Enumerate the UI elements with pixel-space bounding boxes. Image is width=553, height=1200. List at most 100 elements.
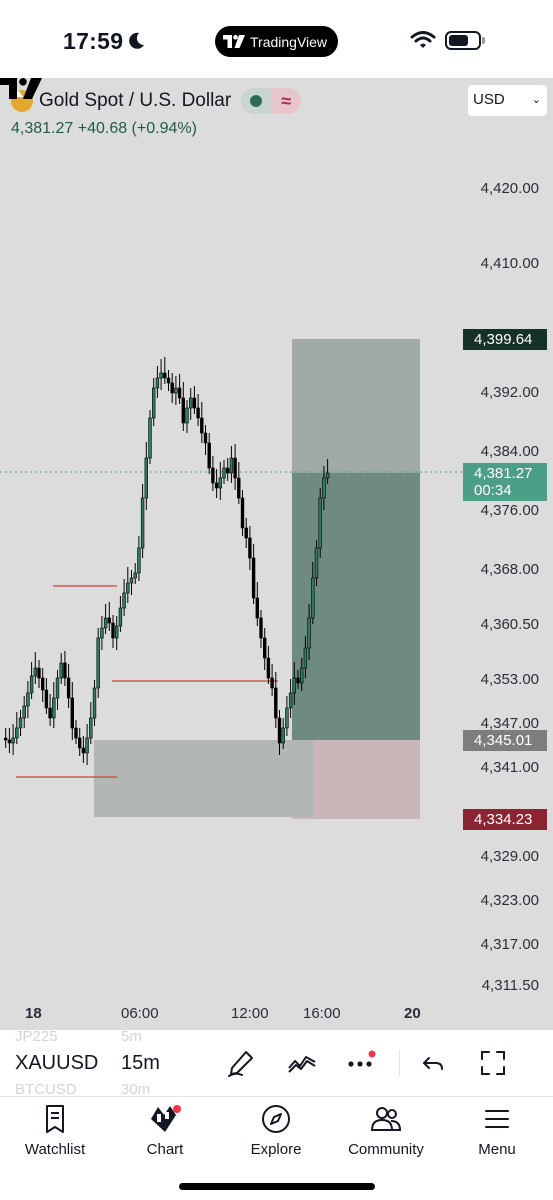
candle-body [22, 705, 26, 719]
candle-body [15, 727, 19, 739]
candle-body [129, 577, 134, 584]
symbol-header[interactable]: Gold Spot / U.S. Dollar ≈ [11, 88, 302, 114]
candle-body [63, 662, 67, 679]
tab-chart[interactable]: Chart [110, 1103, 220, 1158]
symbol-picker[interactable]: XAUUSD [15, 1052, 98, 1075]
currency-select[interactable]: USD ⌄ [468, 85, 547, 116]
candle-body [100, 627, 104, 639]
candle-body [66, 677, 71, 699]
candle-body [85, 737, 89, 754]
tab-menu[interactable]: Menu [442, 1103, 552, 1158]
pen-icon[interactable] [226, 1048, 256, 1078]
chart-canvas[interactable] [0, 78, 553, 1030]
candle-body [266, 657, 271, 679]
candle-body [240, 497, 245, 529]
candle-body [44, 689, 49, 709]
candle-body [170, 382, 174, 394]
candle-body [244, 527, 248, 539]
candle-body [322, 477, 326, 499]
price-axis-label: 4,384.00 [480, 443, 539, 460]
candle-body [248, 537, 252, 559]
price-axis-label: 4,341.00 [480, 759, 539, 776]
chevron-down-icon: ⌄ [531, 94, 541, 106]
candle-body [133, 572, 137, 579]
candle-body [311, 577, 315, 619]
ghost-interval-above: 5m [121, 1028, 142, 1045]
bookmark-icon [46, 1105, 64, 1133]
candle-body [111, 622, 115, 639]
candle-body [155, 377, 160, 389]
price-axis-label: 4,329.00 [480, 848, 539, 865]
price-axis-label: 4,420.00 [480, 180, 539, 197]
candle-body [226, 467, 230, 474]
candle-body [200, 417, 204, 434]
candles-icon [151, 1105, 181, 1132]
tab-watchlist[interactable]: Watchlist [0, 1103, 110, 1158]
candle-body [255, 597, 259, 619]
candle-body [144, 457, 148, 499]
candle-body [96, 637, 100, 689]
candle-body [122, 592, 126, 609]
entry-price-tag[interactable]: 4,345.01 [463, 730, 547, 751]
current-price-tag[interactable]: 4,381.27 00:34 [463, 463, 547, 501]
candle-body [59, 662, 63, 679]
tab-label: Watchlist [24, 1141, 86, 1158]
tradingview-watermark-icon[interactable] [0, 78, 42, 100]
candle-body [203, 432, 208, 444]
candle-body [233, 457, 237, 479]
stop-price-tag[interactable]: 4,334.23 [463, 809, 547, 830]
more-icon[interactable] [347, 1048, 377, 1078]
candle-body [52, 697, 56, 719]
time-axis-label: 12:00 [231, 1005, 269, 1022]
undo-icon[interactable] [420, 1048, 450, 1078]
home-indicator [179, 1183, 375, 1190]
candle-body [26, 692, 30, 707]
candle-body [262, 637, 267, 659]
candle-body [303, 647, 308, 669]
candle-body [277, 717, 282, 744]
tab-label: Chart [146, 1141, 184, 1158]
time-axis-label: 06:00 [121, 1005, 159, 1022]
symbol-title[interactable]: Gold Spot / U.S. Dollar [39, 90, 231, 112]
candle-body [78, 737, 82, 749]
interval-picker[interactable]: 15m [121, 1052, 160, 1075]
candle-body [174, 387, 178, 394]
demand-zone-box[interactable] [94, 740, 314, 817]
candle-body [229, 457, 234, 474]
price-axis-label: 4,392.00 [480, 384, 539, 401]
candle-body [140, 497, 145, 549]
candle-body [159, 372, 163, 379]
moon-icon [129, 32, 144, 49]
candle-body [177, 387, 182, 399]
time-axis-label: 18 [25, 1005, 42, 1022]
ghost-symbol-above: JP225 [15, 1028, 58, 1045]
market-open-icon[interactable] [241, 88, 272, 114]
candle-body [118, 607, 123, 627]
target-zone[interactable] [292, 339, 420, 473]
fullscreen-icon[interactable] [478, 1048, 508, 1078]
indicators-icon[interactable] [287, 1048, 317, 1078]
tab-label: Community [348, 1141, 424, 1158]
candle-body [237, 477, 241, 499]
candle-body [314, 547, 319, 579]
tab-explore[interactable]: Explore [221, 1103, 331, 1158]
bar-countdown: 00:34 [474, 482, 512, 499]
candle-body [103, 617, 108, 629]
tab-community[interactable]: Community [331, 1103, 441, 1158]
target-price-tag[interactable]: 4,399.64 [463, 329, 547, 350]
candle-body [137, 547, 141, 574]
candle-body [281, 727, 285, 744]
candle-body [33, 667, 38, 677]
candle-body [222, 467, 226, 479]
tradingview-pill: TradingView [215, 26, 338, 57]
chart-area[interactable]: Gold Spot / U.S. Dollar ≈ 4,381.27 +40.6… [0, 78, 553, 1030]
candle-body [126, 582, 130, 594]
time-axis-label: 20 [404, 1005, 421, 1022]
candle-body [189, 397, 193, 409]
price-axis-label: 4,376.00 [480, 502, 539, 519]
candle-body [285, 707, 289, 729]
candle-body [89, 717, 93, 739]
market-status-badges[interactable]: ≈ [241, 88, 302, 114]
currency-value: USD [473, 91, 505, 108]
delayed-data-icon[interactable]: ≈ [271, 88, 302, 114]
